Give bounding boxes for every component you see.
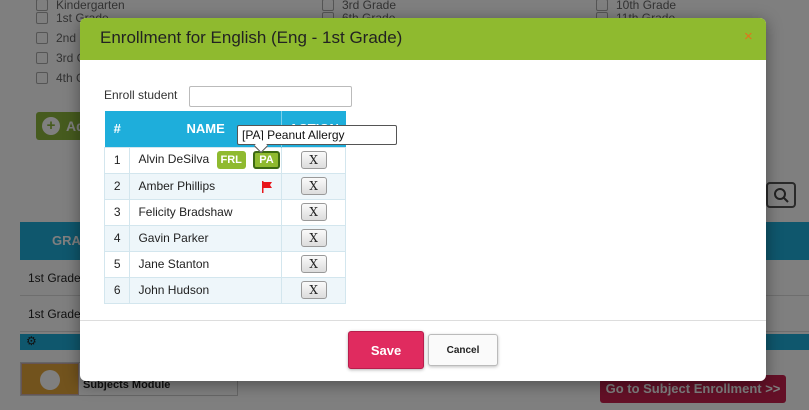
action-cell: X	[281, 172, 346, 200]
remove-student-button[interactable]: X	[300, 255, 327, 273]
pa-badge[interactable]: PA	[253, 151, 280, 169]
frl-badge[interactable]: FRL	[216, 151, 246, 169]
tooltip-text: [PA] Peanut Allergy	[242, 128, 345, 142]
remove-student-button[interactable]: X	[300, 151, 327, 169]
modal-title: Enrollment for English (Eng - 1st Grade)	[100, 28, 403, 47]
action-cell: X	[281, 276, 346, 304]
table-row: 4 Gavin Parker X	[103, 224, 346, 252]
badge-tooltip: [PA] Peanut Allergy	[237, 125, 397, 154]
table-row: 1 Alvin DeSilva FRL PA X	[103, 146, 346, 174]
student-name: Felicity Bradshaw	[129, 198, 283, 226]
table-row: 5 Jane Stanton X	[103, 250, 346, 278]
enrollment-modal: Enrollment for English (Eng - 1st Grade)…	[80, 18, 766, 381]
student-name: Jane Stanton	[129, 250, 283, 278]
student-name: John Hudson	[129, 276, 283, 304]
remove-student-button[interactable]: X	[300, 229, 327, 247]
close-icon[interactable]: ×	[744, 29, 758, 44]
table-row: 2 Amber Phillips X	[103, 172, 346, 200]
student-number: 3	[103, 198, 131, 226]
student-number: 4	[103, 224, 131, 252]
table-row: 6 John Hudson X	[103, 276, 346, 304]
cancel-button[interactable]: Cancel	[428, 334, 498, 366]
flag-icon[interactable]	[261, 180, 273, 193]
action-cell: X	[281, 250, 346, 278]
remove-student-button[interactable]: X	[300, 177, 327, 195]
remove-student-button[interactable]: X	[300, 281, 327, 299]
column-header-number: #	[104, 111, 130, 147]
modal-header: Enrollment for English (Eng - 1st Grade)…	[80, 18, 766, 60]
student-name-cell: Amber Phillips	[129, 172, 283, 200]
action-cell: X	[281, 224, 346, 252]
student-number: 6	[103, 276, 131, 304]
student-name: Gavin Parker	[129, 224, 283, 252]
student-number: 5	[103, 250, 131, 278]
student-name: Amber Phillips	[138, 179, 216, 193]
table-row: 3 Felicity Bradshaw X	[103, 198, 346, 226]
student-number: 1	[103, 146, 131, 174]
student-name: Alvin DeSilva	[138, 152, 210, 167]
enroll-student-label: Enroll student	[104, 88, 178, 102]
remove-student-button[interactable]: X	[300, 203, 327, 221]
enroll-student-input[interactable]	[189, 86, 352, 107]
action-cell: X	[281, 146, 346, 174]
save-button[interactable]: Save	[348, 331, 424, 369]
action-cell: X	[281, 198, 346, 226]
student-number: 2	[103, 172, 131, 200]
modal-footer-divider	[80, 320, 766, 321]
